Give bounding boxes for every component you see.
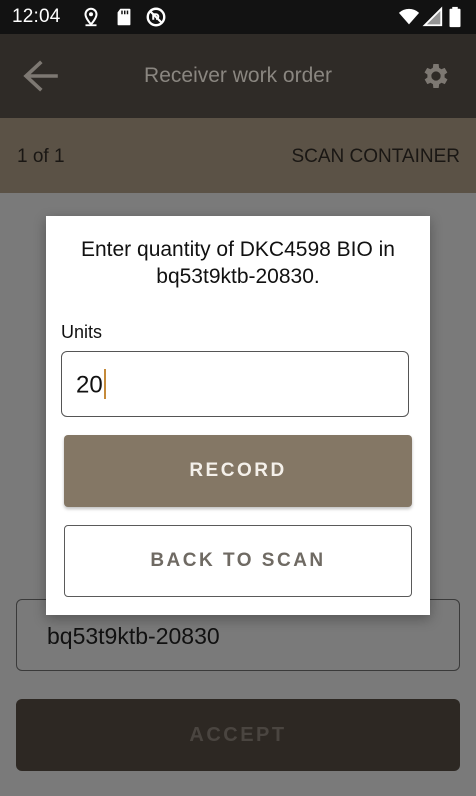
sub-header: 1 of 1 SCAN CONTAINER xyxy=(0,118,476,193)
units-label: Units xyxy=(61,322,103,342)
no-data-icon xyxy=(145,6,167,28)
app-bar: Receiver work order xyxy=(0,34,476,118)
text-caret xyxy=(103,369,106,399)
record-button[interactable]: RECORD xyxy=(64,435,412,507)
units-input[interactable]: 20 xyxy=(61,351,409,417)
dialog-message: Enter quantity of DKC4598 BIO in bq53t9k… xyxy=(80,238,395,288)
status-time: 12:04 xyxy=(12,6,61,27)
page-count: 1 of 1 xyxy=(17,146,65,167)
quantity-dialog: Enter quantity of DKC4598 BIO in bq53t9k… xyxy=(46,216,430,615)
location-icon xyxy=(80,6,102,28)
container-value: bq53t9ktb-20830 xyxy=(47,623,220,649)
sd-card-icon xyxy=(113,6,135,28)
battery-icon xyxy=(448,6,462,28)
accept-button[interactable]: ACCEPT xyxy=(16,699,460,771)
back-to-scan-button[interactable]: BACK TO SCAN xyxy=(64,525,412,597)
settings-button[interactable] xyxy=(420,60,452,92)
cell-signal-icon xyxy=(422,6,444,28)
units-value-text: 20 xyxy=(76,371,103,399)
status-bar: 12:04 xyxy=(0,0,476,34)
page-title: Receiver work order xyxy=(144,64,332,87)
gear-icon xyxy=(424,64,448,88)
scan-container-button[interactable]: SCAN CONTAINER xyxy=(291,146,460,168)
wifi-icon xyxy=(398,6,420,28)
units-value: 20 xyxy=(76,369,106,401)
